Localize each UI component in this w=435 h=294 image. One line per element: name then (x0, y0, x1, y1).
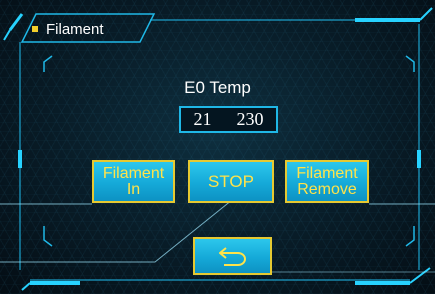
return-arrow-icon (218, 247, 246, 266)
filament-remove-label-line1: Filament (296, 164, 358, 182)
title-bullet-icon (32, 26, 38, 32)
back-button[interactable] (193, 237, 272, 275)
filament-in-label-line2: In (126, 180, 141, 198)
filament-in-button[interactable]: Filament In (92, 160, 175, 203)
filament-screen: Filament E0 Temp 21 230 Filament In STOP… (0, 0, 435, 294)
filament-in-label-line1: Filament (102, 164, 165, 182)
temp-label: E0 Temp (184, 78, 251, 97)
filament-remove-button[interactable]: Filament Remove (285, 160, 369, 203)
temp-current: 21 (193, 109, 212, 129)
stop-label: STOP (208, 171, 254, 191)
page-title-text: Filament (46, 20, 104, 38)
temp-target: 230 (236, 109, 264, 129)
page-title: Filament (30, 18, 104, 40)
stop-button[interactable]: STOP (188, 160, 274, 203)
temp-readout: 21 230 (179, 106, 278, 133)
filament-remove-label-line2: Remove (297, 180, 357, 198)
